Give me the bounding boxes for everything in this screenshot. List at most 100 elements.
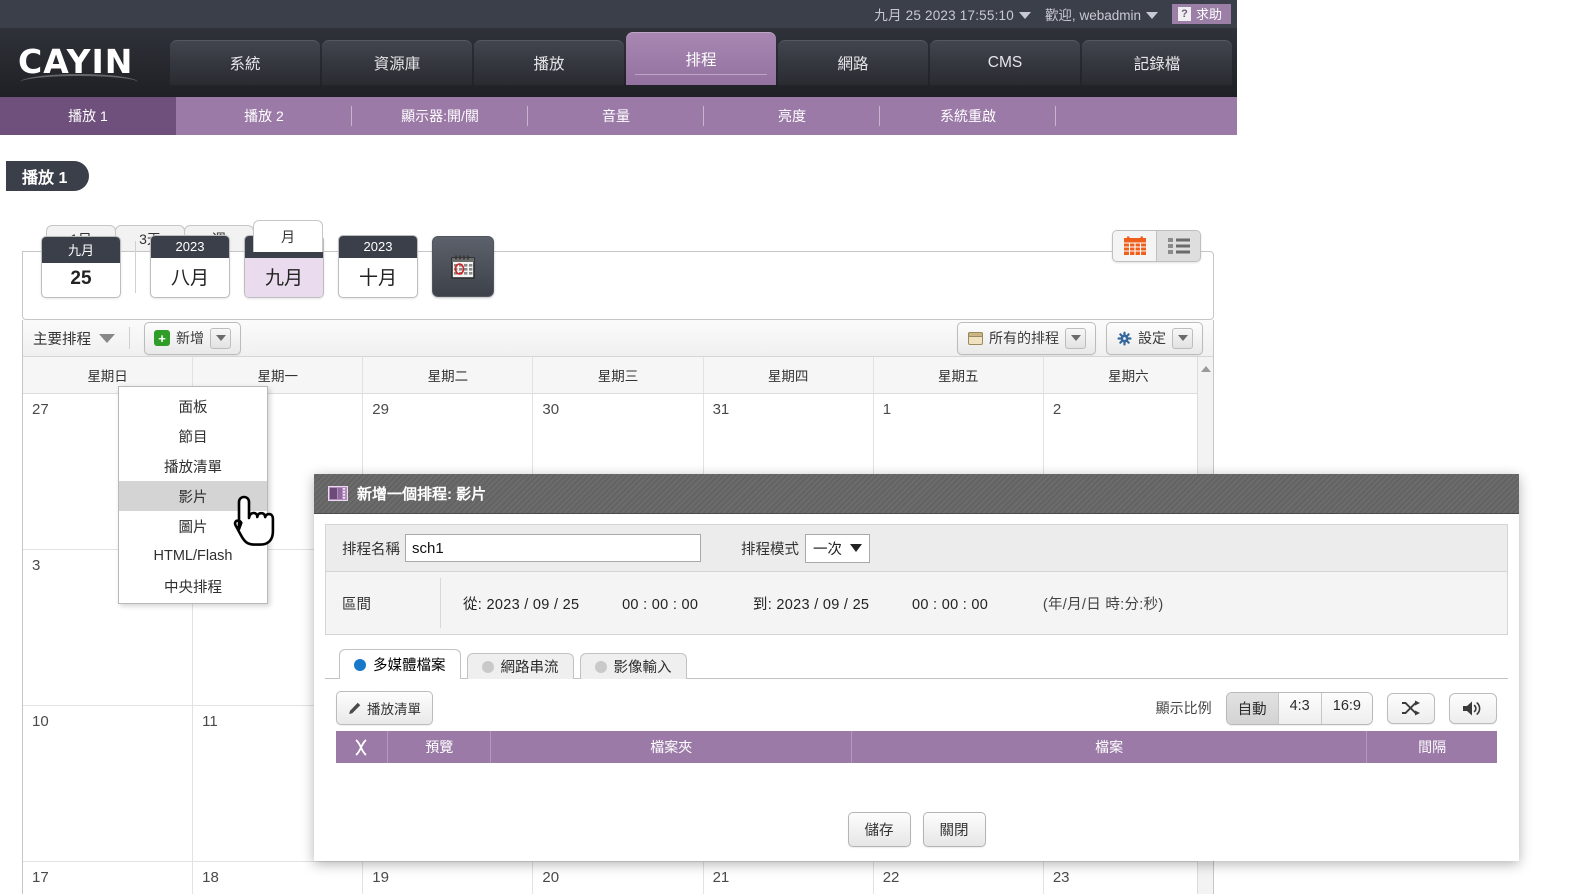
- question-mark-icon: ?: [1177, 6, 1191, 21]
- schedule-name-label: 排程名稱: [342, 541, 400, 558]
- calendar-view-button[interactable]: [1113, 231, 1156, 261]
- ratio-option-16-9[interactable]: 16:9: [1320, 692, 1372, 724]
- display-ratio-label: 顯示比例: [1155, 700, 1212, 716]
- sub-tab-label: 播放 1: [68, 108, 108, 124]
- date-card-month-prev[interactable]: 2023 八月: [150, 235, 230, 298]
- menu-item-program[interactable]: 節目: [119, 421, 267, 451]
- menu-item-label: HTML/Flash: [153, 548, 233, 564]
- volume-button[interactable]: [1449, 692, 1497, 724]
- date-card-today[interactable]: 九月 25: [41, 235, 121, 298]
- ratio-option-auto[interactable]: 自動: [1226, 692, 1278, 724]
- shuffle-button[interactable]: [1387, 692, 1435, 724]
- toolbar-divider: [129, 327, 130, 349]
- sub-tab-play-1[interactable]: 播放 1: [0, 97, 176, 135]
- sub-tab-label: 顯示器:開/關: [401, 108, 479, 124]
- calendar-day-cell[interactable]: 17: [23, 862, 194, 894]
- sub-tab-bar: 播放 1 播放 2 顯示器:開/關 音量 亮度 系統重啟: [0, 97, 1237, 135]
- sub-tab-label: 亮度: [778, 108, 806, 124]
- schedule-mode-select[interactable]: 一次: [805, 533, 870, 563]
- dialog-tab-network-stream[interactable]: 網路串流: [466, 653, 574, 679]
- range-to-time[interactable]: 00 : 00 : 00: [912, 597, 988, 613]
- chevron-down-icon: [850, 544, 862, 552]
- calendar-day-cell[interactable]: 23: [1044, 862, 1213, 894]
- range-values: 從: 2023 / 09 / 25 00 : 00 : 00 到: 2023 /…: [441, 593, 1164, 614]
- all-schedules-label: 所有的排程: [989, 330, 1059, 346]
- dialog-tab-label: 網路串流: [500, 660, 559, 676]
- calendar-day-cell[interactable]: 20: [533, 862, 704, 894]
- system-datetime[interactable]: 九月 25 2023 17:55:10: [874, 4, 1031, 25]
- dialog-tab-video-input[interactable]: 影像輸入: [579, 653, 687, 679]
- list-view-button[interactable]: [1156, 231, 1200, 261]
- menu-item-image[interactable]: 圖片: [119, 511, 267, 541]
- settings-dropdown-toggle[interactable]: [1172, 327, 1193, 349]
- menu-item-panel[interactable]: 面板: [119, 391, 267, 421]
- system-datetime-text: 九月 25 2023 17:55:10: [874, 7, 1014, 23]
- main-tab-network[interactable]: 網路: [778, 40, 928, 85]
- main-tab-system[interactable]: 系統: [170, 40, 320, 85]
- main-tab-playback[interactable]: 播放: [474, 40, 624, 85]
- settings-button[interactable]: 設定: [1106, 321, 1203, 355]
- range-to-date[interactable]: 2023 / 09 / 25: [776, 597, 869, 613]
- all-schedules-button[interactable]: 所有的排程: [957, 321, 1096, 355]
- date-card-bottom: 25: [70, 267, 92, 289]
- user-menu[interactable]: 歡迎, webadmin: [1045, 4, 1158, 25]
- sub-tab-brightness[interactable]: 亮度: [704, 97, 880, 135]
- main-schedule-chevron-down-icon: [99, 333, 115, 343]
- main-tab-logs[interactable]: 記錄檔: [1082, 40, 1232, 85]
- playlist-button[interactable]: 播放清單: [336, 691, 433, 725]
- add-schedule-dropdown-toggle[interactable]: [210, 327, 231, 349]
- display-ratio-group: 自動 4:3 16:9: [1225, 691, 1373, 725]
- page-title: 播放 1: [6, 161, 90, 191]
- all-schedules-dropdown-toggle[interactable]: [1065, 327, 1086, 349]
- schedule-mode-value: 一次: [813, 541, 842, 558]
- calendar-weekday: 星期二: [363, 357, 534, 393]
- range-to-prefix: 到:: [752, 596, 773, 613]
- calendar-day-cell[interactable]: 21: [704, 862, 874, 894]
- scroll-up-icon[interactable]: [1201, 366, 1211, 372]
- calendar-day-cell[interactable]: 19: [363, 862, 534, 894]
- calendar-day-cell[interactable]: 22: [874, 862, 1044, 894]
- add-schedule-button[interactable]: + 新增: [144, 321, 241, 355]
- sub-tab-volume[interactable]: 音量: [528, 97, 704, 135]
- main-tab-schedule[interactable]: 排程: [626, 32, 776, 85]
- calendar-weekday: 星期四: [704, 357, 874, 393]
- main-tab-cms[interactable]: CMS: [930, 40, 1080, 85]
- calendar-day-number: 18: [202, 869, 219, 886]
- save-button[interactable]: 儲存: [847, 811, 911, 847]
- calendar-weekday: 星期三: [533, 357, 704, 393]
- dialog-tab-media-files[interactable]: 多媒體檔案: [339, 649, 461, 679]
- sub-tab-system-restart[interactable]: 系統重啟: [880, 97, 1056, 135]
- date-card-month-next[interactable]: 2023 十月: [338, 235, 418, 298]
- calendar-day-number: 21: [712, 869, 730, 886]
- volume-icon: [1463, 701, 1481, 715]
- date-picker-button[interactable]: [432, 236, 494, 297]
- calendar-day-number: 29: [372, 401, 389, 418]
- ratio-option-4-3[interactable]: 4:3: [1277, 692, 1321, 724]
- radio-selected-icon: [354, 658, 366, 671]
- menu-item-video[interactable]: 影片: [119, 481, 267, 511]
- menu-item-central-schedule[interactable]: 中央排程: [119, 571, 267, 601]
- schedule-name-input[interactable]: [405, 534, 701, 562]
- help-button[interactable]: ? 求助: [1171, 4, 1231, 24]
- sub-tab-play-2[interactable]: 播放 2: [176, 97, 352, 135]
- menu-item-playlist[interactable]: 播放清單: [119, 451, 267, 481]
- playlist-button-label: 播放清單: [367, 702, 421, 717]
- media-table-header: 預覽 檔案夾 檔案 間隔: [336, 731, 1497, 763]
- settings-label: 設定: [1138, 330, 1166, 346]
- calendar-day-number: 31: [712, 401, 730, 418]
- calendar-day-number: 22: [882, 869, 900, 886]
- calendar-day-cell[interactable]: 10: [23, 706, 194, 861]
- main-tab-media-library[interactable]: 資源庫: [322, 40, 472, 85]
- table-header-shuffle[interactable]: [336, 731, 389, 763]
- range-from-date[interactable]: 2023 / 09 / 25: [486, 597, 579, 613]
- menu-item-html-flash[interactable]: HTML/Flash: [119, 541, 267, 571]
- range-from-time[interactable]: 00 : 00 : 00: [622, 597, 698, 613]
- datetime-chevron-down-icon: [1018, 11, 1031, 19]
- view-tab-month[interactable]: 月: [253, 220, 323, 252]
- main-schedule-dropdown[interactable]: 主要排程: [33, 328, 115, 349]
- sub-tab-display-onoff[interactable]: 顯示器:開/關: [352, 97, 528, 135]
- sub-tab-label: 系統重啟: [940, 108, 996, 124]
- calendar-day-cell[interactable]: 18: [193, 862, 364, 894]
- schedule-mode-label: 排程模式: [741, 541, 799, 558]
- close-button[interactable]: 關閉: [922, 811, 986, 847]
